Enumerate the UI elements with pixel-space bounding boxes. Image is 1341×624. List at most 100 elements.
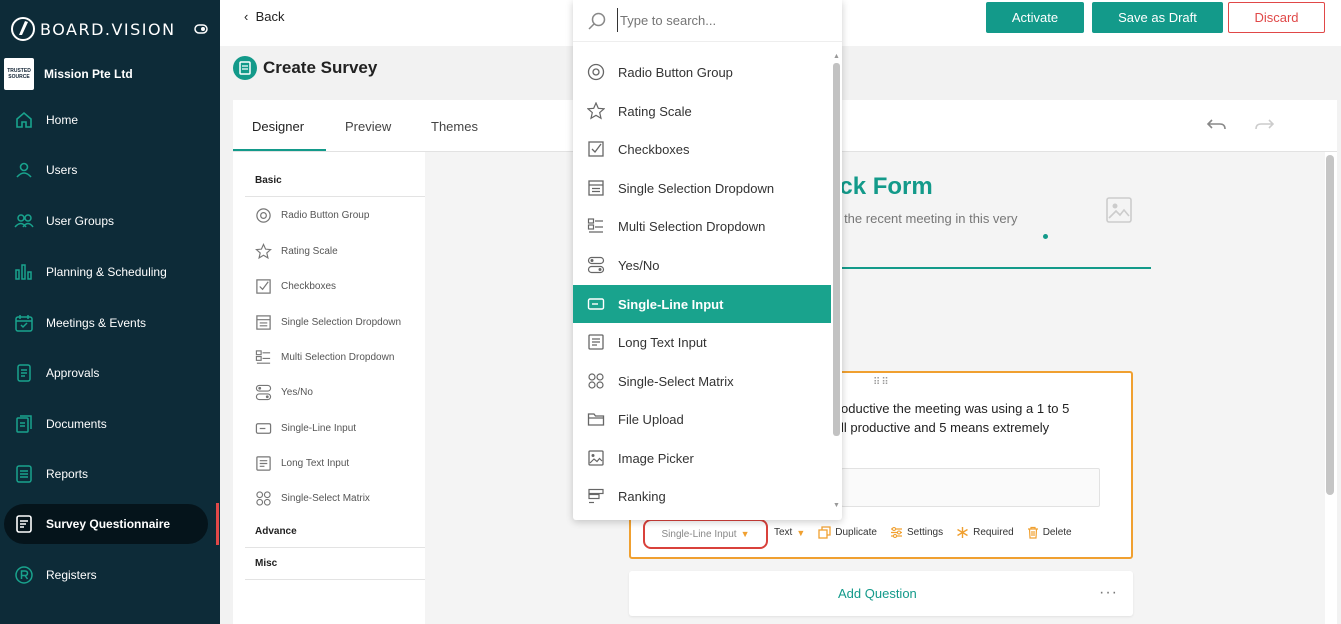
asterisk-icon [957, 527, 968, 538]
menu-item-yes-no[interactable]: Yes/No [573, 246, 831, 284]
documents-icon [16, 415, 32, 433]
image-placeholder-icon[interactable] [1105, 196, 1133, 224]
brand-logo[interactable]: BOARD.VISION [10, 14, 176, 44]
activate-button[interactable]: Activate [986, 2, 1084, 33]
menu-item-long-text[interactable]: Long Text Input [573, 323, 831, 361]
palette-section-advance[interactable]: Advance [255, 526, 297, 537]
trash-icon [1027, 526, 1038, 539]
question-type-menu: Radio Button Group Rating Scale Checkbox… [573, 0, 842, 520]
matrix-icon [256, 491, 271, 506]
sidebar-item-meetings[interactable]: Meetings & Events [0, 303, 220, 343]
menu-item-matrix[interactable]: Single-Select Matrix [573, 362, 831, 400]
duplicate-button[interactable]: Duplicate [818, 526, 877, 539]
sidebar-item-registers[interactable]: Registers [0, 555, 220, 595]
add-question-button[interactable]: Add Question [838, 586, 917, 601]
question-text[interactable]: oductive the meeting was using a 1 to 5l… [841, 399, 1121, 437]
scroll-up-arrow-icon[interactable]: ▲ [833, 53, 840, 60]
sidebar: BOARD.VISION TRUSTED SOURCE Mission Pte … [0, 0, 220, 624]
radio-button-icon [256, 208, 271, 223]
search-input[interactable] [617, 8, 827, 32]
organization-switcher[interactable]: TRUSTED SOURCE Mission Pte Ltd [4, 58, 133, 90]
menu-item-radio[interactable]: Radio Button Group [573, 53, 831, 91]
menu-item-ranking[interactable]: Ranking [573, 477, 831, 515]
sidebar-item-documents[interactable]: Documents [0, 404, 220, 444]
menu-item-image-picker[interactable]: Image Picker [573, 439, 831, 477]
survey-title-icon [233, 56, 257, 80]
settings-icon [890, 527, 902, 538]
divider [245, 547, 425, 548]
menu-item-multi-dropdown[interactable]: Multi Selection Dropdown [573, 207, 831, 245]
palette-item-yes-no[interactable]: Yes/No [255, 384, 313, 401]
sidebar-item-home[interactable]: Home [0, 100, 220, 140]
menu-item-single-line[interactable]: Single-Line Input [573, 285, 831, 323]
image-icon [588, 450, 604, 466]
form-description[interactable]: ng the recent meeting in this very [826, 211, 1018, 226]
menu-scrollbar[interactable] [833, 63, 840, 436]
palette-item-checkboxes[interactable]: Checkboxes [255, 278, 336, 295]
settings-button[interactable]: Settings [890, 526, 943, 539]
tab-designer[interactable]: Designer [252, 119, 304, 134]
menu-item-checkboxes[interactable]: Checkboxes [573, 130, 831, 168]
approvals-icon [17, 364, 31, 382]
text-input-icon [587, 298, 605, 310]
sidebar-item-approvals[interactable]: Approvals [0, 353, 220, 393]
tab-themes[interactable]: Themes [431, 119, 478, 134]
sidebar-item-survey-questionnaire[interactable]: Survey Questionnaire [4, 504, 208, 544]
sidebar-item-planning[interactable]: Planning & Scheduling [0, 252, 220, 292]
menu-item-rating[interactable]: Rating Scale [573, 92, 831, 130]
registers-icon [15, 566, 33, 584]
divider [245, 579, 425, 580]
palette-item-single-line[interactable]: Single-Line Input [255, 420, 356, 437]
drag-handle-icon[interactable]: ⠿⠿ [873, 377, 890, 388]
sidebar-item-reports[interactable]: Reports [0, 454, 220, 494]
active-tab-underline [233, 149, 326, 151]
input-type-dropdown[interactable]: Text ▼ [774, 527, 805, 538]
checkbox-icon [588, 141, 604, 157]
multi-dropdown-icon [587, 218, 603, 233]
menu-item-file-upload[interactable]: File Upload [573, 400, 831, 438]
ranking-icon [588, 488, 604, 504]
canvas-scrollbar[interactable] [1326, 155, 1334, 495]
question-type-dropdown[interactable]: Single-Line Input ▼ [643, 519, 768, 549]
more-options-icon[interactable]: ··· [1099, 584, 1118, 602]
palette-item-long-text[interactable]: Long Text Input [255, 455, 349, 472]
sidebar-item-user-groups[interactable]: User Groups [0, 201, 220, 241]
divider [245, 196, 425, 197]
page-title: Create Survey [233, 56, 377, 80]
palette-item-multi-dropdown[interactable]: Multi Selection Dropdown [255, 349, 394, 366]
radio-button-icon [587, 63, 605, 81]
palette-item-rating[interactable]: Rating Scale [255, 243, 338, 260]
scroll-down-arrow-icon[interactable]: ▼ [833, 502, 840, 509]
palette-section-misc[interactable]: Misc [255, 558, 277, 569]
palette-section-basic[interactable]: Basic [255, 175, 282, 186]
answer-input-preview [841, 468, 1100, 507]
org-logo: TRUSTED SOURCE [4, 58, 34, 90]
search-icon [588, 12, 606, 30]
delete-button[interactable]: Delete [1027, 526, 1072, 539]
sidebar-item-users[interactable]: Users [0, 150, 220, 190]
menu-item-single-dropdown[interactable]: Single Selection Dropdown [573, 169, 831, 207]
palette-item-matrix[interactable]: Single-Select Matrix [255, 490, 370, 507]
form-title[interactable]: ack Form [826, 173, 933, 201]
palette-item-radio[interactable]: Radio Button Group [255, 207, 369, 224]
undo-icon[interactable] [1206, 116, 1228, 134]
discard-button[interactable]: Discard [1228, 2, 1325, 33]
star-icon [255, 243, 272, 260]
cursor-dot [1043, 234, 1048, 239]
title-underline [826, 267, 1151, 269]
toggle-icon [255, 384, 272, 401]
long-text-icon [256, 456, 271, 471]
star-icon [587, 102, 605, 120]
tab-preview[interactable]: Preview [345, 119, 391, 134]
text-input-icon [255, 423, 272, 434]
back-link[interactable]: ‹ Back [244, 9, 284, 24]
question-toolbar: Text ▼ Duplicate Settings Required Delete [774, 526, 1085, 539]
dropdown-icon [256, 315, 271, 330]
palette-item-single-dropdown[interactable]: Single Selection Dropdown [255, 314, 401, 331]
sidebar-toggle-icon[interactable] [194, 24, 208, 34]
save-as-draft-button[interactable]: Save as Draft [1092, 2, 1223, 33]
brand-name: BOARD.VISION [40, 19, 176, 39]
user-group-icon [14, 214, 34, 228]
required-toggle[interactable]: Required [956, 526, 1014, 539]
redo-icon[interactable] [1253, 116, 1275, 134]
